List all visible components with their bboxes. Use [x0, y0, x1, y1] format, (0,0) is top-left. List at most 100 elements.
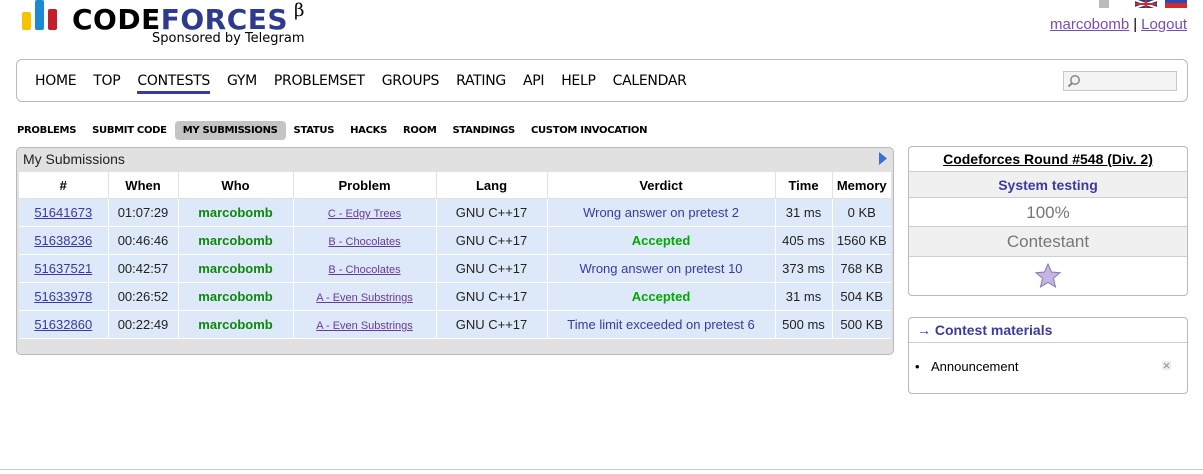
memory-cell: 504 KB: [831, 282, 891, 311]
participant-type: Contestant: [909, 226, 1187, 257]
nav-item-home[interactable]: HOME: [35, 73, 77, 94]
nav-item-groups[interactable]: GROUPS: [382, 73, 440, 94]
nav-item-problemset[interactable]: PROBLEMSET: [274, 73, 365, 94]
star-icon[interactable]: [1034, 262, 1062, 289]
time-cell: 373 ms: [774, 254, 832, 283]
submenu-room[interactable]: ROOM: [395, 121, 444, 140]
footer-divider: [0, 469, 1203, 470]
when-cell: 00:42:57: [107, 254, 178, 283]
problem-cell: C - Edgy Trees: [292, 198, 436, 227]
column-header: Who: [177, 172, 293, 199]
submenu-standings[interactable]: STANDINGS: [444, 121, 522, 140]
lang-cell: GNU C++17: [435, 226, 547, 255]
verdict-cell: Accepted: [546, 282, 775, 311]
submission-id-link[interactable]: 51641673: [34, 205, 92, 220]
time-cell: 31 ms: [774, 282, 832, 311]
problem-cell: B - Chocolates: [292, 254, 436, 283]
material-announcement[interactable]: Announcement: [931, 359, 1018, 374]
problem-link[interactable]: A - Even Substrings: [316, 320, 413, 332]
submenu-submit-code[interactable]: SUBMIT CODE: [84, 121, 175, 140]
when-cell: 00:46:46: [107, 226, 178, 255]
nav-item-calendar[interactable]: CALENDAR: [613, 73, 687, 94]
lang-cell: GNU C++17: [435, 254, 547, 283]
nav-item-contests[interactable]: CONTESTS: [137, 73, 210, 94]
submenu-hacks[interactable]: HACKS: [342, 121, 395, 140]
nav-item-gym[interactable]: GYM: [227, 73, 257, 94]
search-icon: [1067, 75, 1080, 88]
lang-cell: GNU C++17: [435, 282, 547, 311]
table-header-row: # When Who Problem Lang Verdict Time Memory: [19, 172, 891, 199]
when-cell: 00:26:52: [107, 282, 178, 311]
submission-id-link[interactable]: 51633978: [34, 289, 92, 304]
when-cell: 00:22:49: [107, 310, 178, 339]
problem-cell: A - Even Substrings: [292, 310, 436, 339]
russian-flag-icon[interactable]: [1165, 0, 1187, 8]
submission-id-cell: 51641673: [19, 198, 108, 227]
submenu-my-submissions[interactable]: MY SUBMISSIONS: [174, 121, 286, 140]
submenu-problems[interactable]: PROBLEMS: [16, 121, 84, 140]
logo-beta: β: [294, 0, 305, 21]
who-cell[interactable]: marcobomb: [177, 198, 293, 227]
submission-id-link[interactable]: 51638236: [34, 233, 92, 248]
materials-title: → Contest materials: [917, 322, 1053, 338]
submenu-custom-invocation[interactable]: CUSTOM INVOCATION: [523, 121, 655, 140]
column-header: Verdict: [546, 172, 775, 199]
nav-item-rating[interactable]: RATING: [456, 73, 506, 94]
round-title[interactable]: Codeforces Round #548 (Div. 2): [909, 147, 1187, 171]
time-cell: 31 ms: [774, 198, 832, 227]
table-row: 51641673 01:07:29 marcobomb C - Edgy Trees G…: [19, 198, 891, 227]
language-flags: [1050, 0, 1187, 14]
nav-item-top[interactable]: TOP: [93, 73, 120, 94]
round-title-link[interactable]: Codeforces Round #548 (Div. 2): [943, 151, 1153, 167]
english-flag-icon[interactable]: [1135, 0, 1157, 8]
materials-divider: [909, 342, 1187, 343]
problem-link[interactable]: B - Chocolates: [328, 236, 400, 248]
problem-link[interactable]: C - Edgy Trees: [328, 208, 401, 220]
my-submissions-panel: My Submissions # When Who Problem Lang Verdic…: [16, 147, 894, 355]
user-silhouette-icon: [1099, 0, 1109, 8]
username-link[interactable]: marcobomb: [1050, 16, 1129, 33]
contest-submenu: PROBLEMS SUBMIT CODE MY SUBMISSIONS STATUS H…: [16, 121, 655, 140]
main-nav-list: HOME TOP CONTESTS GYM PROBLEMSET GROUPS RATING…: [35, 73, 704, 94]
nav-item-help[interactable]: HELP: [561, 73, 596, 94]
submission-id-cell: 51637521: [19, 254, 108, 283]
verdict-cell: Wrong answer on pretest 10: [546, 254, 775, 283]
separator: |: [1133, 16, 1138, 33]
lang-cell: GNU C++17: [435, 310, 547, 339]
table-row: 51638236 00:46:46 marcobomb B - Chocolates G…: [19, 226, 891, 255]
time-cell: 405 ms: [774, 226, 832, 255]
round-phase: System testing: [909, 171, 1187, 198]
logout-link[interactable]: Logout: [1141, 16, 1187, 33]
memory-cell: 0 KB: [831, 198, 891, 227]
verdict-cell: Accepted: [546, 226, 775, 255]
codeforces-logo[interactable]: CODEFORCES β Sponsored by Telegram: [20, 0, 320, 50]
column-header: Time: [774, 172, 832, 199]
who-cell[interactable]: marcobomb: [177, 226, 293, 255]
who-cell[interactable]: marcobomb: [177, 254, 293, 283]
memory-cell: 500 KB: [831, 310, 891, 339]
who-cell[interactable]: marcobomb: [177, 282, 293, 311]
submenu-status[interactable]: STATUS: [286, 121, 343, 140]
sponsor-text: Sponsored by Telegram: [152, 31, 305, 46]
submission-id-link[interactable]: 51637521: [34, 261, 92, 276]
close-icon[interactable]: [1162, 361, 1171, 370]
column-header: #: [19, 172, 108, 199]
submission-id-cell: 51633978: [19, 282, 108, 311]
problem-link[interactable]: B - Chocolates: [328, 264, 400, 276]
verdict-cell: Wrong answer on pretest 2: [546, 198, 775, 227]
arrow-right-icon[interactable]: [879, 152, 887, 165]
column-header: Lang: [435, 172, 547, 199]
user-links: marcobomb | Logout: [1050, 16, 1187, 33]
header-user-area: marcobomb | Logout: [1050, 0, 1187, 33]
nav-item-api[interactable]: API: [523, 73, 545, 94]
submission-id-link[interactable]: 51632860: [34, 317, 92, 332]
problem-link[interactable]: A - Even Substrings: [316, 292, 413, 304]
submissions-table: # When Who Problem Lang Verdict Time Memory 516…: [19, 172, 891, 339]
nav-search[interactable]: [1063, 71, 1177, 91]
memory-cell: 1560 KB: [831, 226, 891, 255]
memory-cell: 768 KB: [831, 254, 891, 283]
bullet-icon: •: [915, 359, 920, 374]
verdict-cell: Time limit exceeded on pretest 6: [546, 310, 775, 339]
search-input[interactable]: [1082, 72, 1176, 90]
who-cell[interactable]: marcobomb: [177, 310, 293, 339]
